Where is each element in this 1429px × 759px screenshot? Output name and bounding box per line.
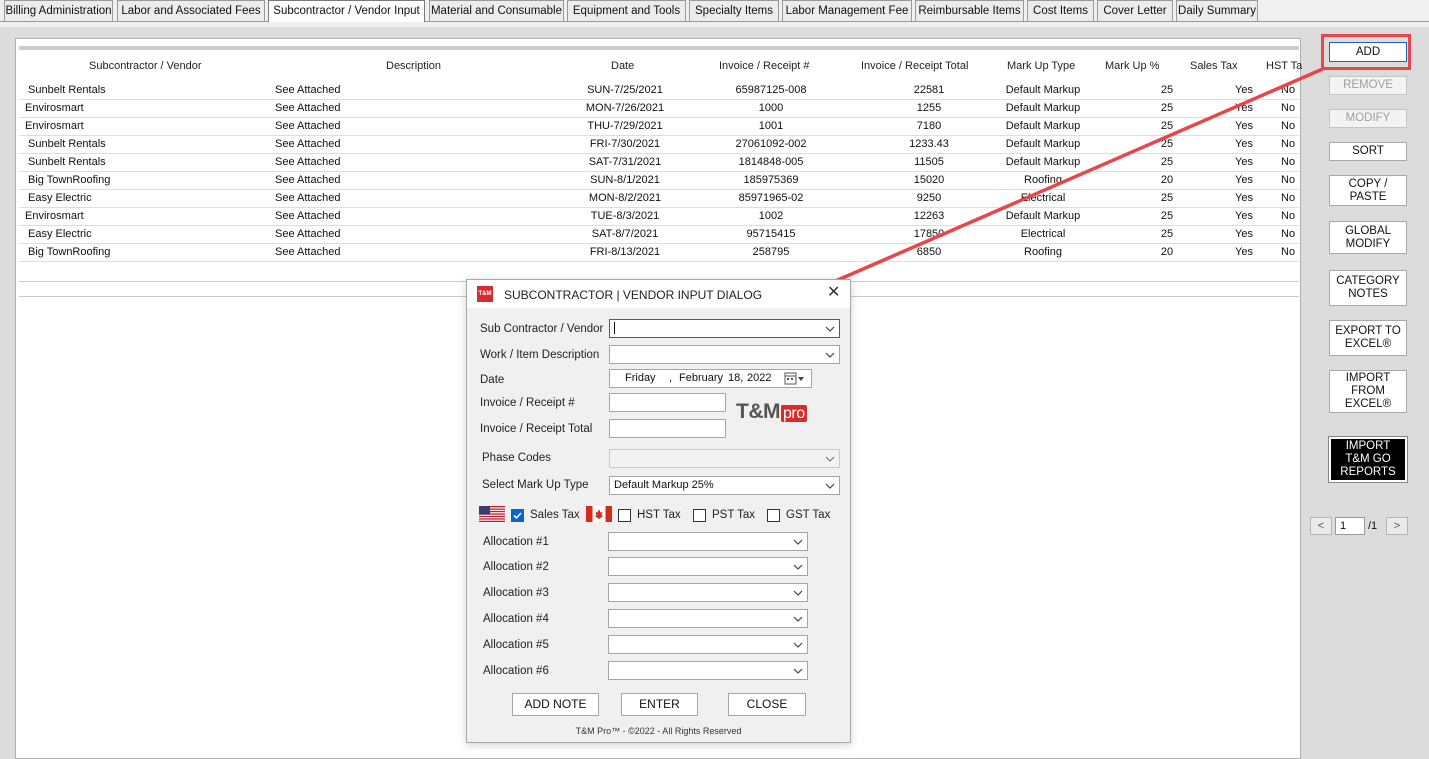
- calendar-icon[interactable]: [784, 372, 806, 385]
- tab-subcontractor-vendor-input[interactable]: Subcontractor / Vendor Input: [268, 0, 425, 22]
- date-day: 18,: [728, 372, 744, 384]
- dialog-title: SUBCONTRACTOR | VENDOR INPUT DIALOG: [504, 288, 763, 302]
- date-picker[interactable]: Friday , February 18, 2022: [609, 369, 812, 388]
- text-caret: [614, 322, 615, 335]
- vendor-combobox[interactable]: [609, 319, 840, 338]
- sales-tax-checkbox[interactable]: [511, 509, 524, 522]
- sales-tax-label: Sales Tax: [530, 509, 580, 521]
- chevron-down-icon: [793, 564, 803, 570]
- close-button[interactable]: CLOSE: [728, 693, 806, 716]
- pst-tax-checkbox[interactable]: [693, 509, 706, 522]
- allocation-6-label: Allocation #6: [483, 665, 549, 677]
- hst-tax-label: HST Tax: [637, 509, 681, 521]
- allocation-3-combobox[interactable]: [608, 583, 808, 602]
- markup-type-combobox[interactable]: Default Markup 25%: [609, 476, 840, 495]
- chevron-down-icon: [793, 642, 803, 648]
- chevron-down-icon: [793, 539, 803, 545]
- add-note-button[interactable]: ADD NOTE: [512, 693, 599, 716]
- phase-codes-label: Phase Codes: [482, 452, 552, 464]
- vendor-input-dialog: T&M SUBCONTRACTOR | VENDOR INPUT DIALOG …: [466, 279, 851, 743]
- phase-codes-combobox[interactable]: [609, 449, 840, 468]
- chevron-down-icon: [825, 483, 835, 489]
- allocation-4-combobox[interactable]: [608, 609, 808, 628]
- brand-main: T&M: [736, 400, 781, 423]
- allocation-4-label: Allocation #4: [483, 613, 549, 625]
- allocation-2-combobox[interactable]: [608, 557, 808, 576]
- tm-pro-brand-logo: T&M pro: [736, 400, 807, 424]
- copyright-text: T&M Pro™ - ©2022 - All Rights Reserved: [575, 726, 742, 736]
- brand-pro: pro: [781, 405, 807, 422]
- markup-type-value: Default Markup 25%: [614, 479, 714, 491]
- date-weekday: Friday: [625, 372, 656, 384]
- canada-flag-icon: [586, 506, 612, 522]
- date-month: February: [679, 372, 724, 384]
- close-icon[interactable]: ✕: [827, 285, 840, 301]
- gst-tax-label: GST Tax: [786, 509, 831, 521]
- hst-tax-checkbox[interactable]: [618, 509, 631, 522]
- chevron-down-icon: [825, 352, 835, 358]
- date-year: 2022: [747, 372, 772, 384]
- chevron-down-icon: [793, 668, 803, 674]
- allocation-5-combobox[interactable]: [608, 635, 808, 654]
- chevron-down-icon: [793, 616, 803, 622]
- allocation-6-combobox[interactable]: [608, 661, 808, 680]
- invoice-number-label: Invoice / Receipt #: [480, 397, 575, 409]
- allocation-5-label: Allocation #5: [483, 639, 549, 651]
- description-combobox[interactable]: [609, 345, 840, 364]
- invoice-total-input[interactable]: [609, 419, 726, 438]
- invoice-total-label: Invoice / Receipt Total: [480, 423, 593, 435]
- allocation-1-combobox[interactable]: [608, 532, 808, 551]
- date-label: Date: [480, 374, 505, 386]
- description-label: Work / Item Description: [480, 349, 600, 361]
- invoice-number-input[interactable]: [609, 393, 726, 412]
- chevron-down-icon: [825, 456, 835, 462]
- gst-tax-checkbox[interactable]: [767, 509, 780, 522]
- date-separator: ,: [669, 372, 673, 384]
- chevron-down-icon: [793, 590, 803, 596]
- chevron-down-icon: [825, 326, 835, 332]
- markup-type-label: Select Mark Up Type: [482, 479, 589, 491]
- allocation-1-label: Allocation #1: [483, 536, 549, 548]
- pst-tax-label: PST Tax: [712, 509, 756, 521]
- vendor-label: Sub Contractor / Vendor: [480, 323, 604, 335]
- allocation-3-label: Allocation #3: [483, 587, 549, 599]
- allocation-2-label: Allocation #2: [483, 561, 549, 573]
- us-flag-icon: [479, 506, 505, 522]
- enter-button[interactable]: ENTER: [621, 693, 698, 716]
- app-logo-icon: T&M: [477, 286, 493, 302]
- dialog-title-bar: T&M SUBCONTRACTOR | VENDOR INPUT DIALOG …: [467, 280, 850, 308]
- check-icon: [513, 512, 522, 520]
